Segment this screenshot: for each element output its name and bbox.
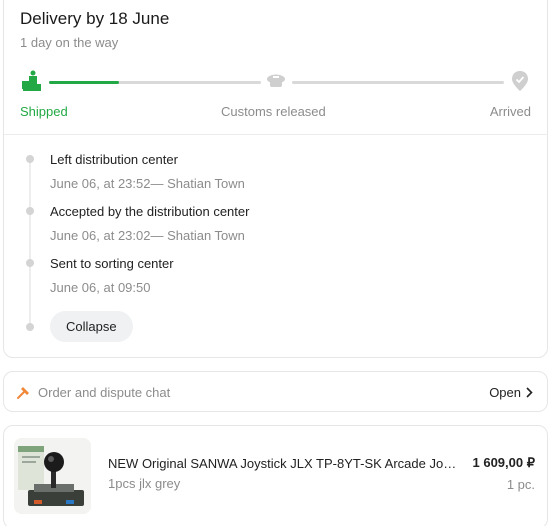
stage-label-shipped: Shipped — [20, 104, 68, 119]
delivery-title: Delivery by 18 June — [20, 9, 170, 28]
open-chat-link[interactable]: Open — [489, 385, 533, 400]
stage-label-arrived: Arrived — [489, 104, 531, 119]
shipped-truck-icon — [22, 70, 41, 91]
timeline-dot — [26, 207, 34, 215]
event-meta: June 06, at 23:02— Shatian Town — [50, 228, 245, 243]
product-image[interactable] — [14, 438, 91, 514]
event-meta: June 06, at 09:50 — [50, 280, 151, 295]
delivery-card: Delivery by 18 June 1 day on the way Shi… — [3, 0, 548, 358]
timeline-dot — [26, 323, 34, 331]
chat-card[interactable]: Order and dispute chat Open — [3, 371, 548, 412]
open-label: Open — [489, 385, 521, 400]
customs-officer-icon — [267, 74, 285, 87]
product-price: 1 609,00 ₽ — [472, 455, 536, 470]
joystick-product-icon — [14, 438, 91, 514]
delivery-subtitle: 1 day on the way — [20, 35, 119, 50]
progress-segment-2 — [292, 81, 504, 84]
event-title: Left distribution center — [50, 152, 178, 167]
product-card[interactable]: NEW Original SANWA Joystick JLX TP-8YT-S… — [3, 425, 548, 526]
product-name[interactable]: NEW Original SANWA Joystick JLX TP-8YT-S… — [108, 456, 458, 471]
chevron-right-icon — [526, 387, 533, 398]
event-meta: June 06, at 23:52— Shatian Town — [50, 176, 245, 191]
timeline-dot — [26, 155, 34, 163]
product-variant: 1pcs jlx grey — [108, 476, 181, 491]
progress-segment-1 — [49, 81, 261, 84]
timeline-dot — [26, 259, 34, 267]
collapse-button[interactable]: Collapse — [50, 311, 133, 342]
product-quantity: 1 pc. — [506, 477, 535, 492]
location-check-icon — [512, 71, 528, 91]
divider — [4, 134, 547, 135]
progress-fill — [49, 81, 119, 84]
event-title: Accepted by the distribution center — [50, 204, 250, 219]
stage-label-customs: Customs released — [221, 104, 326, 119]
event-title: Sent to sorting center — [50, 256, 174, 271]
chat-label: Order and dispute chat — [38, 385, 171, 400]
timeline-rail — [29, 161, 31, 325]
hammer-icon — [17, 387, 29, 399]
